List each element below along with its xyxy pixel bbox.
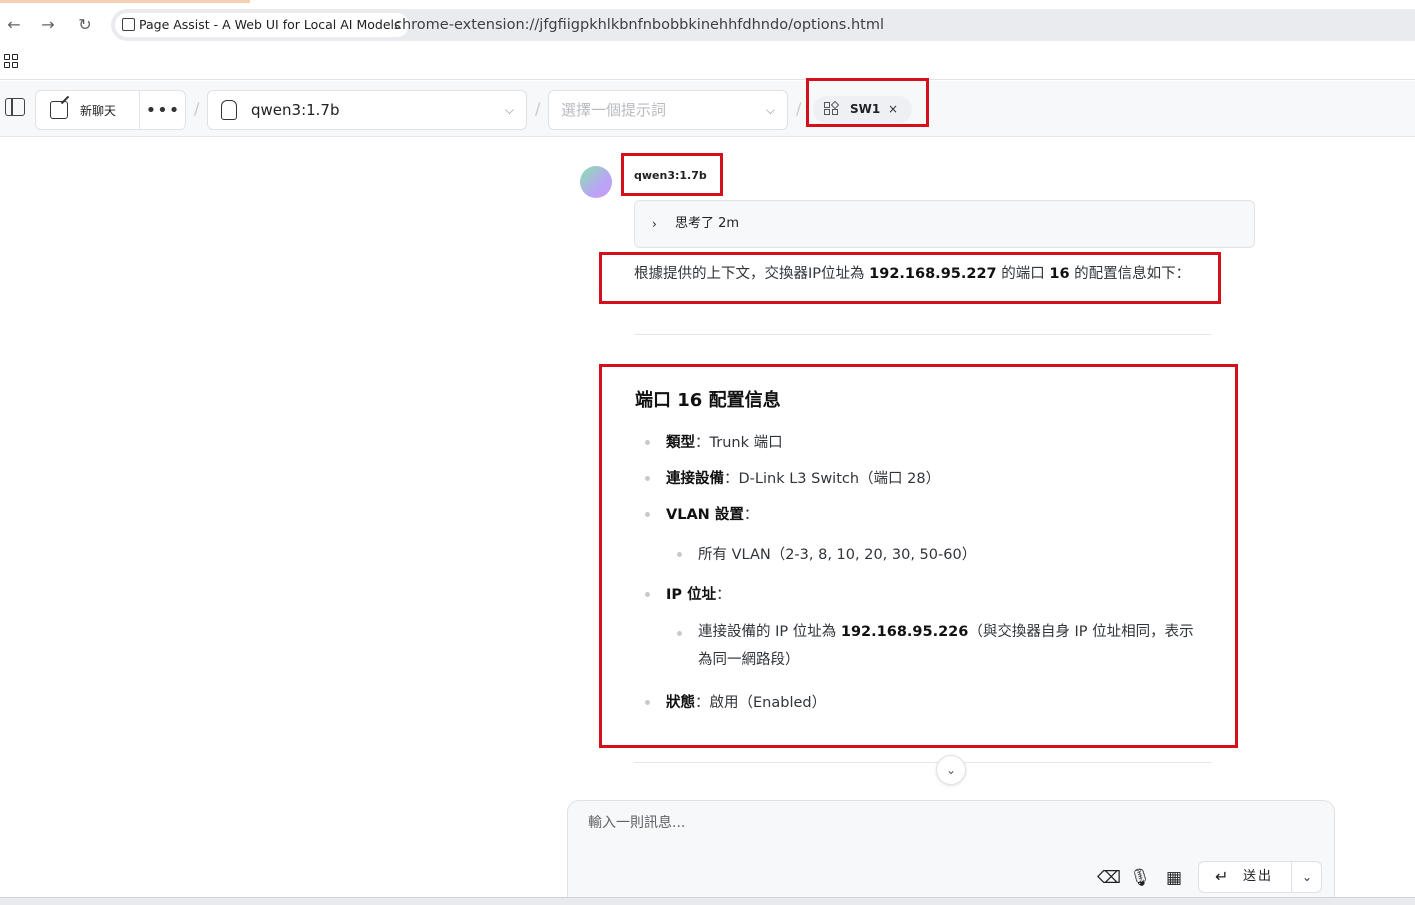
item-value: D-Link L3 Switch（端口 28） [738, 471, 941, 487]
url-text[interactable]: chrome-extension://jfgfiigpkhlkbnfnbobbk… [394, 9, 884, 41]
close-icon[interactable]: × [888, 96, 898, 123]
item-key: 狀態 [666, 695, 695, 711]
list-item: 狀態：啟用（Enabled） [644, 691, 827, 712]
item-value-ip: 192.168.95.226 [840, 624, 969, 640]
new-chat-button[interactable]: 新聊天 [36, 91, 140, 129]
item-key: IP 位址 [666, 587, 717, 603]
message-input[interactable] [588, 815, 1288, 831]
item-value: 連接設備的 IP 位址為 [698, 624, 841, 640]
item-sep: ： [695, 695, 710, 711]
llama-icon [221, 100, 237, 120]
more-options-button[interactable]: ••• [140, 91, 186, 129]
new-chat-label: 新聊天 [80, 103, 117, 118]
intro-port: 16 [1049, 266, 1070, 282]
edit-icon [50, 101, 68, 119]
intro-text: 根據提供的上下文，交換器IP位址為 [634, 266, 870, 282]
model-select-value: qwen3:1.7b [251, 101, 340, 119]
forward-icon[interactable]: → [38, 14, 58, 34]
intro-text: 的端口 [996, 266, 1050, 282]
status-bar [0, 897, 1415, 905]
new-chat-group: 新聊天 ••• [35, 90, 186, 130]
back-icon[interactable]: ← [4, 14, 24, 34]
microphone-icon[interactable]: 🎙 [1129, 867, 1151, 889]
item-value: 所有 VLAN（2-3, 8, 10, 20, 30, 50-60） [698, 547, 977, 563]
knowledge-icon [824, 100, 840, 117]
item-sep: ： [724, 471, 739, 487]
thinking-label: 思考了 2m [675, 216, 740, 231]
tab-accent [0, 0, 250, 3]
list-item: VLAN 設置： [644, 503, 759, 524]
message-model-name: qwen3:1.7b [634, 169, 707, 182]
item-sep: ： [716, 587, 731, 603]
send-label: 送出 [1243, 869, 1274, 884]
thinking-toggle[interactable]: › 思考了 2m [634, 200, 1255, 248]
message-intro: 根據提供的上下文，交換器IP位址為 192.168.95.227 的端口 16 … [634, 262, 1190, 283]
model-select[interactable]: qwen3:1.7b ⌵ [207, 90, 527, 130]
item-value: Trunk 端口 [709, 435, 783, 451]
send-options-chevron-icon[interactable]: ⌄ [1292, 862, 1322, 892]
app-header: 新聊天 ••• / qwen3:1.7b ⌵ / 選擇一個提示詞 ⌵ / [0, 81, 1415, 137]
extension-icon [122, 18, 135, 31]
item-key: VLAN 設置 [666, 507, 744, 523]
separator: / [194, 99, 200, 118]
divider [634, 334, 1212, 335]
list-item: 連接設備：D-Link L3 Switch（端口 28） [644, 467, 941, 488]
bookmarks-bar [0, 42, 1415, 80]
send-group: ↵ 送出 ⌄ [1198, 861, 1322, 893]
tools-icon[interactable]: ▦ [1163, 867, 1185, 889]
intro-text: 的配置信息如下： [1069, 266, 1191, 282]
prompt-select-placeholder: 選擇一個提示詞 [561, 101, 667, 119]
item-sep: ： [743, 507, 759, 523]
item-key: 連接設備 [666, 471, 724, 487]
intro-ip: 192.168.95.227 [869, 266, 997, 282]
item-value: 啟用（Enabled） [709, 695, 827, 711]
chevron-down-icon: ⌵ [504, 103, 514, 117]
avatar [580, 166, 612, 198]
chevron-right-icon: › [652, 217, 657, 231]
message-composer: ⌫ 🎙 ▦ ↵ 送出 ⌄ [567, 800, 1335, 905]
eraser-icon[interactable]: ⌫ [1097, 867, 1121, 889]
list-item: 類型：Trunk 端口 [645, 431, 783, 452]
item-key: 類型 [666, 435, 695, 451]
knowledge-tag[interactable]: SW1 × [813, 96, 912, 123]
divider [634, 762, 1212, 763]
extension-title: Page Assist - A Web UI for Local AI Mode… [139, 17, 401, 32]
prompt-select[interactable]: 選擇一個提示詞 ⌵ [548, 90, 788, 130]
knowledge-tag-label: SW1 [850, 102, 881, 116]
list-item: 所有 VLAN（2-3, 8, 10, 20, 30, 50-60） [676, 543, 977, 564]
sidebar-toggle-icon[interactable] [5, 98, 25, 116]
reload-icon[interactable]: ↻ [75, 14, 95, 34]
separator: / [796, 99, 802, 118]
separator: / [535, 99, 541, 118]
extension-chip[interactable]: Page Assist - A Web UI for Local AI Mode… [115, 13, 409, 37]
chevron-down-icon: ⌵ [765, 103, 775, 117]
address-bar[interactable]: Page Assist - A Web UI for Local AI Mode… [111, 9, 1415, 41]
send-button[interactable]: ↵ 送出 [1199, 862, 1292, 892]
item-sep: ： [695, 435, 710, 451]
browser-toolbar: ← → ↻ Page Assist - A Web UI for Local A… [0, 6, 1415, 42]
return-icon: ↵ [1215, 867, 1229, 886]
list-item: IP 位址： [645, 583, 731, 604]
list-item: 連接設備的 IP 位址為 192.168.95.226（與交換器自身 IP 位址… [677, 618, 1208, 674]
section-title: 端口 16 配置信息 [635, 390, 781, 411]
apps-grid-icon[interactable] [4, 54, 18, 68]
scroll-down-button[interactable]: ⌄ [936, 755, 966, 785]
